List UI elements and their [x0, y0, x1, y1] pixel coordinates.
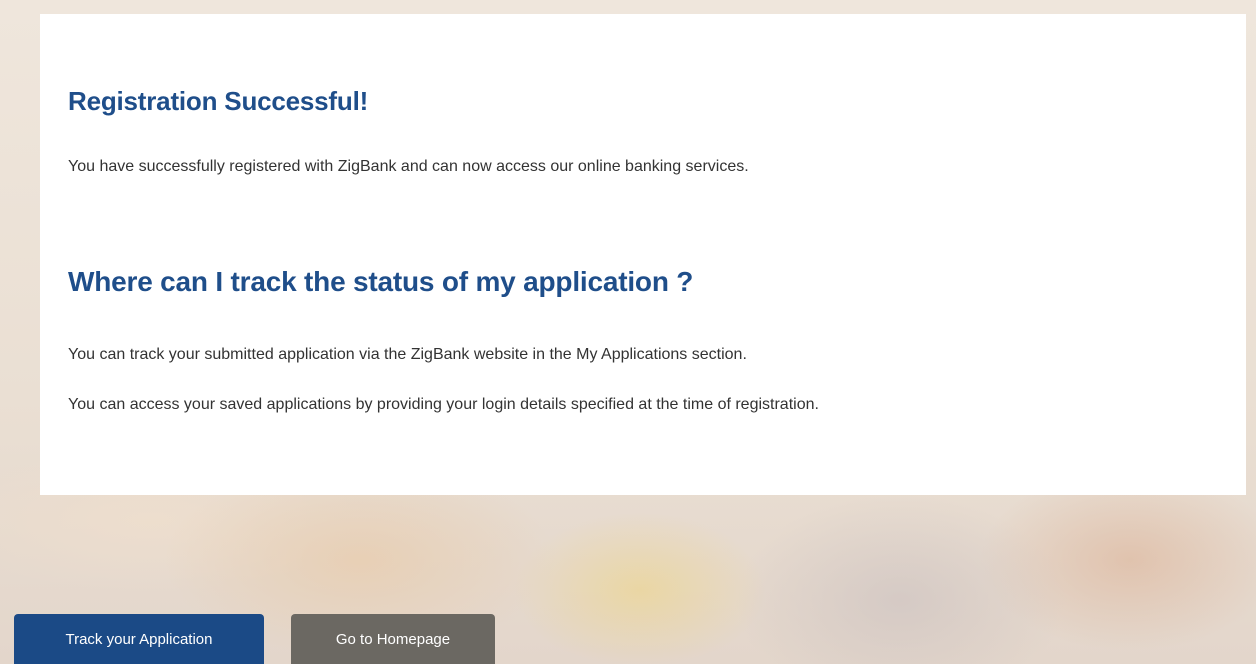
tracking-info-2: You can access your saved applications b…: [68, 396, 819, 413]
tracking-title: Where can I track the status of my appli…: [68, 266, 694, 297]
success-title: Registration Successful!: [68, 86, 369, 116]
confirmation-card: Registration Successful! You have succes…: [40, 14, 1246, 495]
success-message: You have successfully registered with Zi…: [68, 158, 749, 175]
tracking-info-1: You can track your submitted application…: [68, 346, 747, 363]
track-application-button[interactable]: Track your Application: [14, 614, 264, 664]
go-to-homepage-button[interactable]: Go to Homepage: [291, 614, 495, 664]
